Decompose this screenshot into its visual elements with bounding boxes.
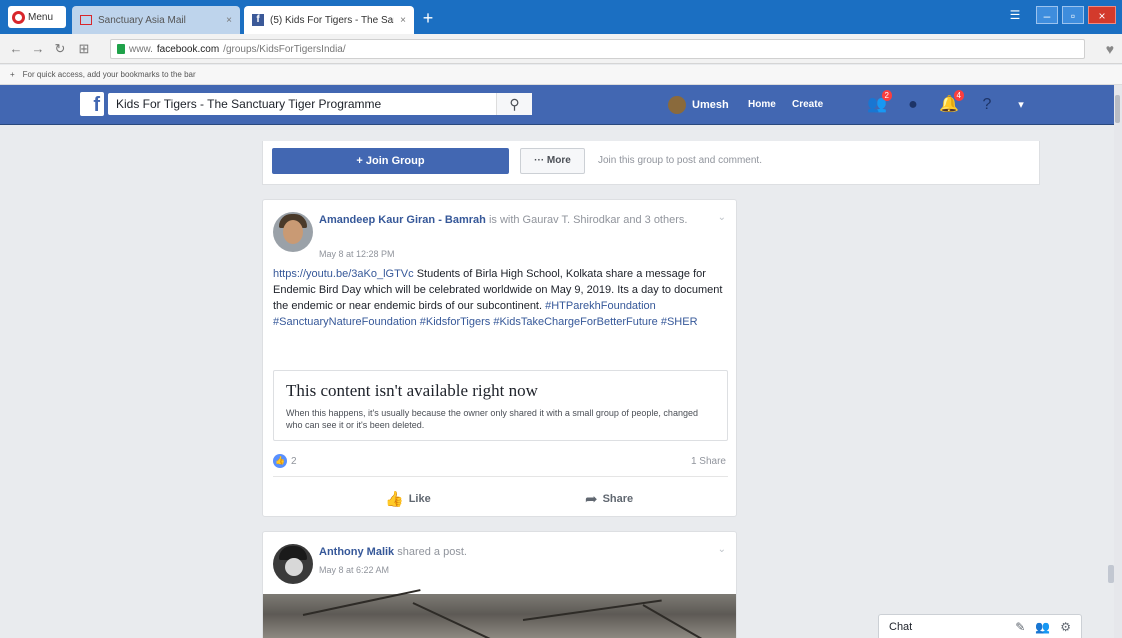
post-options-chevron-icon[interactable]: ⌄ — [718, 544, 726, 555]
tab-kids-for-tigers[interactable]: f (5) Kids For Tigers - The San × — [244, 6, 414, 34]
add-bookmark-icon[interactable]: + — [10, 70, 15, 79]
forward-icon[interactable]: → — [30, 41, 46, 57]
facebook-header: f Kids For Tigers - The Sanctuary Tiger … — [0, 85, 1114, 125]
speed-dial-icon[interactable]: ⊞ — [76, 41, 92, 57]
address-bar: ← → ↻ ⊞ www. facebook.com/groups/KidsForT… — [0, 34, 1122, 64]
tab-close-icon[interactable]: × — [226, 15, 232, 26]
post-body: https://youtu.be/3aKo_lGTVc Students of … — [273, 266, 728, 330]
home-link[interactable]: Home — [748, 99, 776, 110]
scrollbar-track[interactable] — [1114, 85, 1122, 638]
gmail-icon — [80, 15, 92, 25]
tab-title: (5) Kids For Tigers - The San — [270, 14, 395, 26]
messenger-icon[interactable]: ● — [902, 94, 924, 116]
help-icon[interactable]: ? — [976, 94, 998, 116]
post-header: Anthony Malik shared a post. — [319, 545, 714, 559]
create-group-icon[interactable]: 👥 — [1035, 620, 1050, 634]
url-input[interactable]: www. facebook.com/groups/KidsForTigersInd… — [110, 39, 1085, 59]
post-options-chevron-icon[interactable]: ⌄ — [718, 212, 726, 223]
post-timestamp[interactable]: May 8 at 6:22 AM — [319, 565, 389, 575]
unavailable-title: This content isn't available right now — [286, 381, 538, 400]
feed-post: Amandeep Kaur Giran - Bamrah is with Gau… — [262, 199, 737, 517]
avatar[interactable] — [273, 212, 313, 252]
chat-settings-gear-icon[interactable]: ⚙ — [1060, 620, 1071, 634]
back-icon[interactable]: ← — [8, 41, 24, 57]
sidebar-scroll-handle[interactable] — [1108, 565, 1114, 583]
search-input[interactable]: Kids For Tigers - The Sanctuary Tiger Pr… — [108, 93, 532, 115]
reactions-summary[interactable]: 👍 2 — [273, 454, 297, 468]
user-name: Umesh — [692, 99, 729, 111]
group-actions-card: + Join Group ··· More Join this group to… — [262, 141, 1040, 185]
bookmarks-bar: + For quick access, add your bookmarks t… — [0, 65, 1122, 85]
share-count[interactable]: 1 Share — [691, 456, 726, 467]
thumbs-up-icon: 👍 — [385, 491, 404, 508]
post-author-link[interactable]: Anthony Malik — [319, 546, 394, 558]
new-tab-button[interactable]: + — [418, 9, 438, 29]
like-reaction-icon: 👍 — [273, 454, 287, 468]
join-hint-text: Join this group to post and comment. — [598, 155, 762, 166]
maximize-button[interactable]: ▫ — [1062, 6, 1084, 24]
tab-sanctuary-mail[interactable]: Sanctuary Asia Mail × — [72, 6, 240, 34]
search-icon[interactable]: ⚲ — [496, 93, 532, 115]
friend-requests-icon[interactable]: 👥 2 — [866, 90, 892, 116]
post-with-text: is with Gaurav T. Shirodkar and 3 others… — [488, 214, 688, 226]
bookmarks-hint: For quick access, add your bookmarks to … — [22, 70, 196, 79]
share-arrow-icon: ➦ — [585, 491, 598, 508]
facebook-favicon-icon: f — [252, 14, 264, 26]
bookmark-heart-icon[interactable]: ♥ — [1106, 41, 1114, 57]
reload-icon[interactable]: ↻ — [52, 41, 68, 57]
avatar — [668, 96, 686, 114]
url-prefix: www. — [129, 43, 153, 55]
profile-link[interactable]: Umesh — [668, 95, 729, 115]
create-link[interactable]: Create — [792, 99, 823, 110]
browser-menu-label: Menu — [28, 11, 54, 23]
url-path: /groups/KidsForTigersIndia/ — [223, 43, 346, 55]
minimize-button[interactable]: – — [1036, 6, 1058, 24]
chat-sidebar-tab[interactable]: Chat ✎ 👥 ⚙ — [878, 614, 1082, 638]
notifications-icon[interactable]: 🔔 4 — [938, 90, 964, 116]
url-domain: facebook.com — [156, 43, 220, 55]
feed-post: Anthony Malik shared a post. May 8 at 6:… — [262, 531, 737, 638]
account-menu-chevron-icon[interactable]: ▾ — [1010, 94, 1032, 116]
lock-icon — [117, 44, 125, 54]
post-author-link[interactable]: Amandeep Kaur Giran - Bamrah — [319, 214, 486, 226]
share-button[interactable]: ➦ Share — [585, 490, 633, 508]
scrollbar-thumb[interactable] — [1115, 95, 1120, 123]
friend-requests-badge: 2 — [881, 90, 892, 101]
like-label: Like — [408, 493, 431, 505]
chat-label: Chat — [889, 620, 913, 633]
like-button[interactable]: 👍 Like — [385, 490, 431, 508]
browser-easy-setup-icon[interactable]: ☰ — [1004, 6, 1026, 24]
post-timestamp[interactable]: May 8 at 12:28 PM — [319, 249, 395, 259]
compose-message-icon[interactable]: ✎ — [1015, 620, 1025, 634]
post-header: Amandeep Kaur Giran - Bamrah is with Gau… — [319, 213, 714, 227]
post-with-text: shared a post. — [397, 546, 467, 558]
browser-tab-bar: Menu Sanctuary Asia Mail × f (5) Kids Fo… — [0, 0, 1122, 34]
unavailable-content-box: This content isn't available right now W… — [273, 370, 728, 441]
post-photo[interactable] — [263, 589, 736, 638]
share-label: Share — [602, 493, 634, 505]
notifications-badge: 4 — [953, 90, 964, 101]
close-window-button[interactable]: × — [1088, 6, 1116, 24]
reaction-count: 2 — [291, 455, 297, 467]
divider — [273, 476, 728, 477]
avatar[interactable] — [273, 544, 313, 584]
facebook-logo-icon[interactable]: f — [80, 92, 104, 116]
tab-close-icon[interactable]: × — [400, 15, 406, 26]
more-button[interactable]: ··· More — [520, 148, 585, 174]
unavailable-body: When this happens, it's usually because … — [286, 408, 698, 430]
opera-logo-icon — [12, 10, 25, 24]
post-video-link[interactable]: https://youtu.be/3aKo_lGTVc — [273, 268, 414, 280]
browser-menu-button[interactable]: Menu — [8, 6, 66, 28]
join-group-button[interactable]: + Join Group — [272, 148, 509, 174]
tab-title: Sanctuary Asia Mail — [98, 14, 186, 26]
